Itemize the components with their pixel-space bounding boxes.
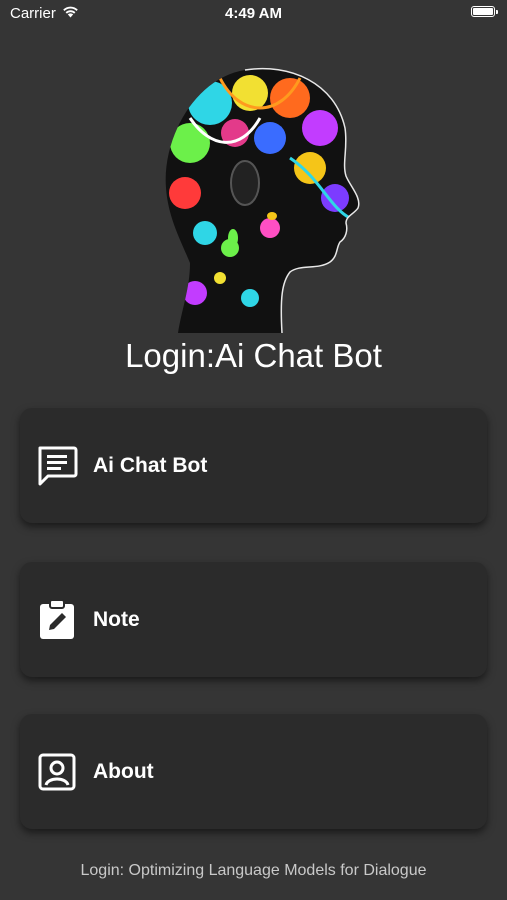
about-button[interactable]: About: [20, 714, 487, 829]
chat-icon: [35, 444, 79, 488]
chat-bot-button[interactable]: Ai Chat Bot: [20, 408, 487, 523]
battery-icon: [471, 6, 498, 17]
status-right: [471, 6, 498, 17]
status-time: 4:49 AM: [225, 5, 282, 22]
about-label: About: [93, 759, 154, 783]
battery-level: [473, 8, 493, 15]
note-icon: [35, 598, 79, 642]
footer-text: Login: Optimizing Language Models for Di…: [80, 862, 427, 879]
note-label: Note: [93, 607, 140, 631]
hero-image: [150, 58, 365, 334]
note-button[interactable]: Note: [20, 562, 487, 677]
status-bar: Carrier 4:49 AM: [0, 0, 507, 28]
app-title: Login:Ai Chat Bot: [125, 337, 382, 374]
chat-bot-label: Ai Chat Bot: [93, 453, 208, 477]
about-icon: [35, 750, 79, 794]
